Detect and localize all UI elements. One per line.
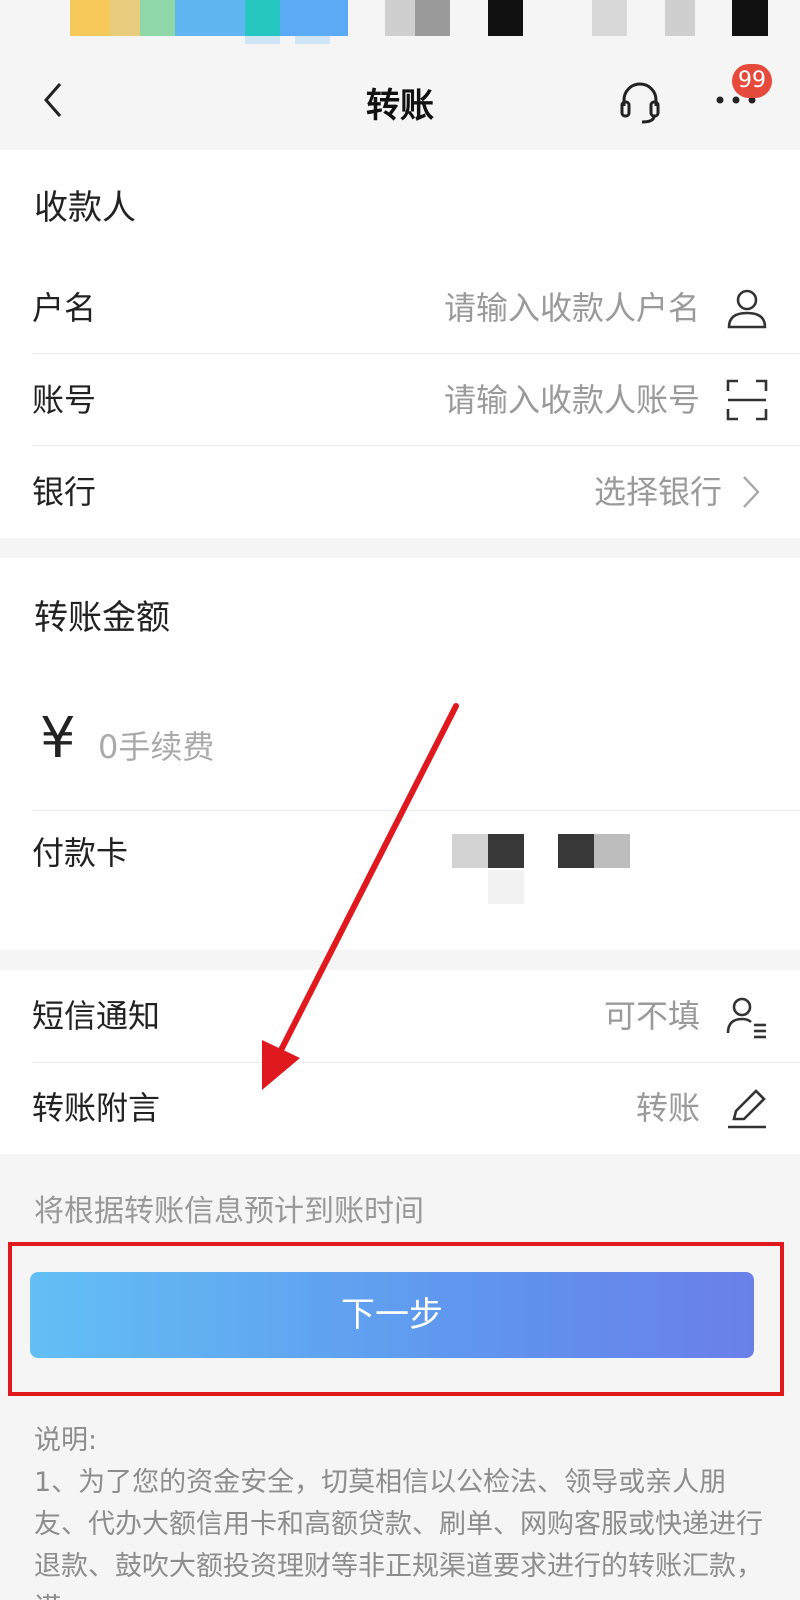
currency-symbol: ¥ (40, 706, 76, 771)
masked-card-info (558, 834, 594, 868)
status-bar (0, 0, 800, 50)
account-number-label: 账号 (32, 381, 97, 419)
status-pixel (665, 0, 695, 36)
status-pixel (488, 0, 523, 36)
sms-notify-row[interactable]: 短信通知 可不填 (32, 970, 800, 1062)
masked-card-info (594, 834, 630, 868)
status-pixel (110, 0, 140, 36)
status-pixel (732, 0, 768, 36)
sms-notify-label: 短信通知 (32, 997, 161, 1035)
edit-icon[interactable] (724, 1085, 770, 1131)
status-pixel (245, 0, 280, 36)
pay-card-label: 付款卡 (32, 834, 129, 872)
account-name-row[interactable]: 户名 请输入收款人户名 (32, 262, 800, 354)
masked-card-info (488, 834, 524, 868)
bank-label: 银行 (32, 473, 97, 511)
masked-card-info (488, 870, 524, 904)
transfer-memo-input[interactable]: 转账 (636, 1062, 700, 1154)
payee-section-title: 收款人 (34, 188, 136, 228)
scan-icon[interactable] (724, 377, 770, 423)
status-pixel (385, 0, 415, 36)
customer-service-icon[interactable] (616, 78, 664, 126)
bank-row[interactable]: 银行 选择银行 (32, 446, 800, 538)
status-pixel (592, 0, 627, 36)
account-number-input[interactable]: 请输入收款人账号 (444, 354, 700, 446)
status-pixel (245, 36, 280, 44)
chevron-right-icon (743, 476, 760, 508)
divider (32, 810, 800, 811)
account-name-input[interactable]: 请输入收款人户名 (444, 262, 700, 354)
account-name-label: 户名 (32, 289, 97, 327)
status-pixel (280, 0, 348, 36)
notes-section: 说明: 1、为了您的资金安全，切莫相信以公检法、领导或亲人朋友、代办大额信用卡和… (34, 1420, 774, 1600)
payee-card: 收款人 户名 请输入收款人户名 账号 请输入收款人账号 银行 选择银行 (0, 150, 800, 538)
status-pixel (295, 36, 330, 44)
status-pixel (70, 0, 110, 36)
status-pixel (415, 0, 450, 36)
arrival-time-hint: 将根据转账信息预计到账时间 (34, 1194, 424, 1229)
nav-header: 转账 99 (0, 50, 800, 150)
person-icon[interactable] (724, 285, 770, 331)
transfer-memo-row[interactable]: 转账附言 转账 (32, 1062, 800, 1154)
status-pixel (175, 0, 245, 36)
sms-notify-input[interactable]: 可不填 (604, 970, 700, 1062)
bank-select[interactable]: 选择银行 (594, 446, 722, 538)
notification-badge: 99 (732, 64, 772, 98)
amount-section-title: 转账金额 (34, 598, 170, 638)
account-number-row[interactable]: 账号 请输入收款人账号 (32, 354, 800, 446)
next-step-button[interactable]: 下一步 (30, 1272, 754, 1358)
page-title: 转账 (366, 86, 434, 126)
extra-info-card: 短信通知 可不填 转账附言 转账 (0, 970, 800, 1154)
amount-input[interactable]: 0手续费 (98, 722, 214, 768)
transfer-memo-label: 转账附言 (32, 1089, 161, 1127)
notes-line: 1、为了您的资金安全，切莫相信以公检法、领导或亲人朋友、代办大额信用卡和高额贷款… (34, 1467, 763, 1600)
amount-card: 转账金额 ¥ 0手续费 付款卡 (0, 558, 800, 950)
status-pixel (140, 0, 175, 36)
masked-card-info[interactable] (452, 834, 488, 868)
notes-title: 说明: (34, 1425, 98, 1456)
contact-list-icon[interactable] (724, 993, 770, 1039)
